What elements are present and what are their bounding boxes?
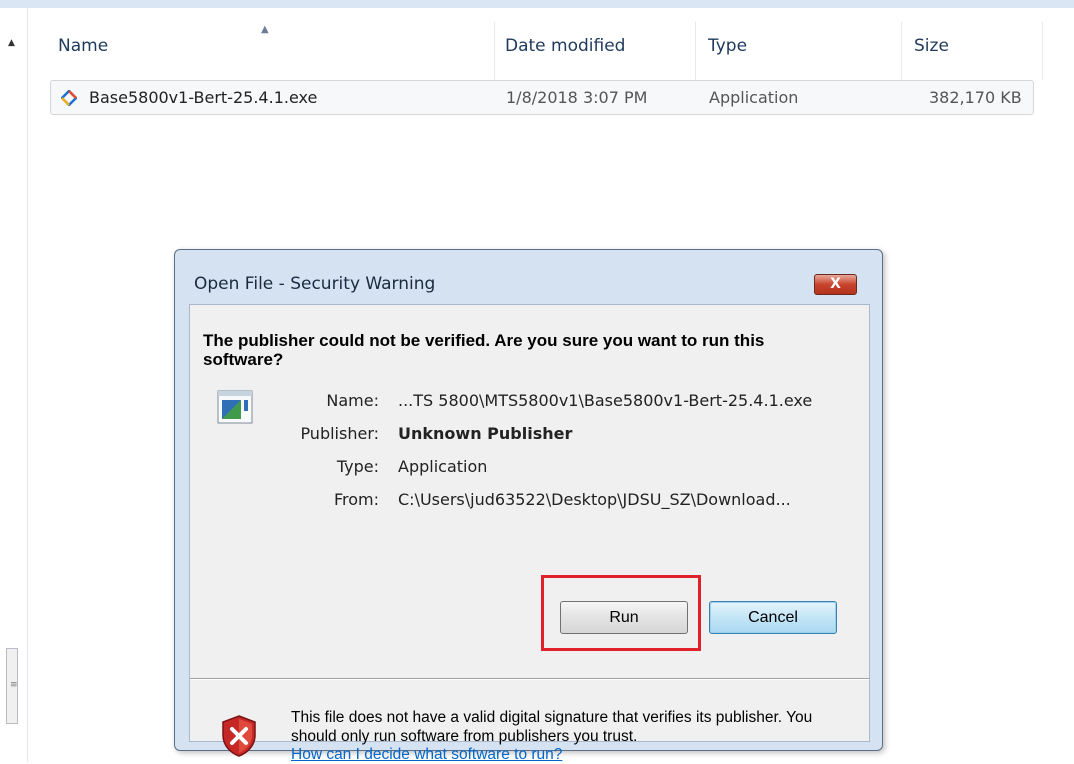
from-value: C:\Users\jud63522\Desktop\JDSU_SZ\Downlo… <box>398 490 791 509</box>
pane-arrow-icon: ▲ <box>8 38 15 48</box>
column-divider <box>494 22 495 80</box>
run-highlight-box <box>541 575 701 651</box>
help-link[interactable]: How can I decide what software to run? <box>291 746 562 764</box>
navigation-pane: ▲ ≡ <box>0 8 28 762</box>
publisher-label: Publisher: <box>300 424 379 443</box>
dialog-title: Open File - Security Warning <box>194 274 436 294</box>
column-divider <box>695 22 696 80</box>
application-icon <box>217 390 253 424</box>
sort-ascending-icon: ▲ <box>261 24 269 35</box>
column-divider <box>1042 22 1043 80</box>
exe-installer-icon <box>61 90 77 106</box>
publisher-value: Unknown Publisher <box>398 424 573 443</box>
type-value: Application <box>398 457 488 476</box>
type-label: Type: <box>336 457 379 476</box>
column-header-type[interactable]: Type <box>708 36 747 56</box>
name-label: Name: <box>326 391 379 410</box>
signature-warning-text: This file does not have a valid digital … <box>291 709 813 745</box>
grip-icon: ≡ <box>10 680 18 690</box>
window-top-strip <box>0 0 1074 8</box>
name-value: ...TS 5800\MTS5800v1\Base5800v1-Bert-25.… <box>398 391 813 410</box>
column-header-name[interactable]: Name <box>58 36 108 56</box>
security-warning-dialog: Open File - Security Warning X The publi… <box>174 249 883 763</box>
column-header-row: ▲ Name Date modified Type Size <box>28 8 1074 82</box>
column-header-size[interactable]: Size <box>914 36 949 56</box>
file-row[interactable]: Base5800v1-Bert-25.4.1.exe 1/8/2018 3:07… <box>50 80 1034 115</box>
column-divider <box>901 22 902 80</box>
security-question: The publisher could not be verified. Are… <box>203 331 765 369</box>
file-name[interactable]: Base5800v1-Bert-25.4.1.exe <box>89 88 317 107</box>
dialog-content: The publisher could not be verified. Are… <box>189 304 870 763</box>
file-date-modified: 1/8/2018 3:07 PM <box>506 88 648 107</box>
cancel-button[interactable]: Cancel <box>709 601 837 634</box>
from-label: From: <box>333 490 379 509</box>
section-divider <box>190 678 869 680</box>
column-header-date-modified[interactable]: Date modified <box>505 36 625 56</box>
file-type: Application <box>709 88 799 107</box>
file-size: 382,170 KB <box>929 88 1022 107</box>
pane-resize-handle[interactable]: ≡ <box>6 648 18 724</box>
close-button[interactable]: X <box>814 274 857 295</box>
shield-error-icon <box>222 715 256 757</box>
